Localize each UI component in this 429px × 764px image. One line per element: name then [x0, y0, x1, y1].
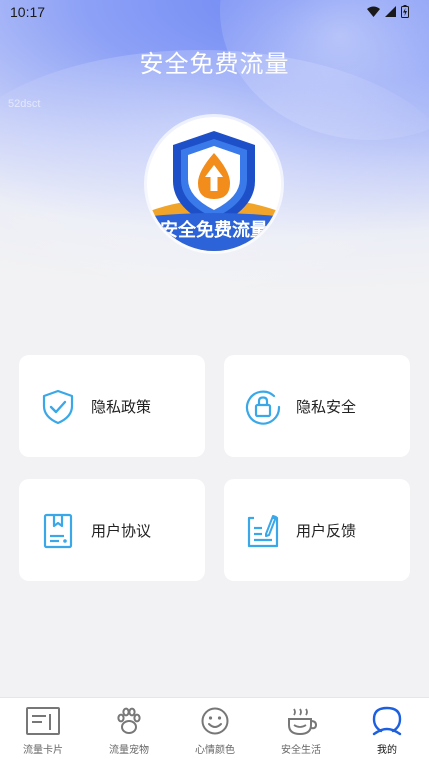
tab-mine[interactable]: 我的 [344, 698, 429, 764]
status-time: 10:17 [10, 4, 46, 20]
status-bar: 10:17 [0, 0, 429, 26]
logo-banner-text: 安全免费流量 [160, 220, 268, 241]
card-label: 用户反馈 [296, 522, 357, 540]
user-agreement-card[interactable]: 用户协议 [19, 479, 205, 581]
user-feedback-card[interactable]: 用户反馈 [224, 479, 410, 581]
tab-mood-color[interactable]: 心情颜色 [172, 698, 258, 764]
user-icon [372, 706, 402, 736]
card-icon [26, 707, 60, 735]
page-title: 安全免费流量 [139, 50, 290, 78]
tab-label: 心情颜色 [195, 745, 235, 756]
watermark: 52dsct [8, 98, 41, 110]
paw-icon [117, 707, 141, 734]
feedback-edit-icon [247, 515, 279, 548]
card-label: 用户协议 [91, 522, 152, 540]
app-logo: 安全免费流量 [147, 117, 281, 251]
signal-icon [385, 6, 396, 17]
tab-safe-life[interactable]: 安全生活 [258, 698, 344, 764]
smiley-icon [201, 707, 229, 735]
shield-check-icon [42, 389, 74, 425]
tab-label: 流量卡片 [23, 745, 63, 756]
tab-traffic-card[interactable]: 流量卡片 [0, 698, 86, 764]
tab-label: 安全生活 [281, 745, 321, 756]
status-icons [367, 5, 409, 18]
tab-label: 流量宠物 [109, 745, 149, 756]
tab-label: 我的 [377, 745, 397, 756]
card-label: 隐私政策 [91, 398, 152, 416]
card-label: 隐私安全 [296, 398, 357, 416]
cup-icon [288, 708, 318, 736]
agreement-document-icon [43, 513, 73, 549]
wifi-icon [367, 6, 380, 17]
tab-traffic-pet[interactable]: 流量宠物 [86, 698, 172, 764]
lock-icon [245, 390, 281, 425]
privacy-security-card[interactable]: 隐私安全 [224, 355, 410, 457]
bottom-tab-bar: 流量卡片 流量宠物 心情颜色 安全生活 我的 [0, 697, 429, 764]
privacy-policy-card[interactable]: 隐私政策 [19, 355, 205, 457]
battery-icon [401, 5, 409, 18]
